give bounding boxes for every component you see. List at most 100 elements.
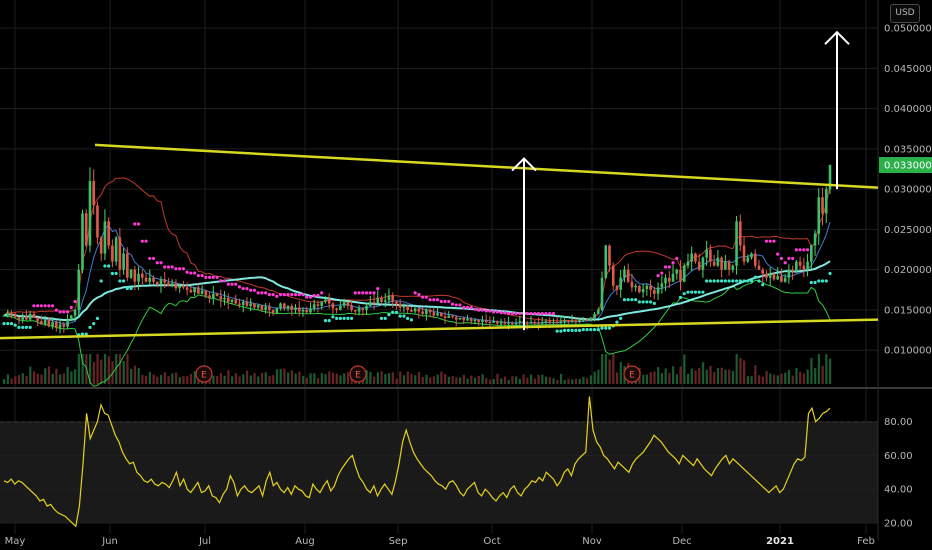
sar-dot (619, 316, 623, 320)
candle-body (638, 285, 641, 293)
sar-dot (731, 279, 735, 283)
candle-body (114, 237, 118, 262)
sar-dot (820, 279, 825, 283)
sar-dot (312, 293, 316, 298)
price-tick-label: 0.030000 (884, 185, 932, 196)
chart-area[interactable]: E E E 0.050000 0.045000 0.040000 0.035000 0.030… (0, 0, 932, 550)
candle-body (761, 269, 765, 274)
candle-body (589, 317, 593, 321)
candle-body (346, 301, 350, 306)
candle-body (55, 322, 58, 328)
candle-body (354, 309, 357, 312)
currency-button[interactable]: USD (890, 4, 920, 23)
sar-dot (805, 248, 810, 252)
volume-bar (346, 372, 350, 384)
volume-bar (189, 374, 193, 384)
candle-body (167, 282, 170, 286)
sar-dot (237, 285, 242, 289)
sar-dot (634, 298, 638, 302)
candle-body (312, 304, 316, 309)
sar-dot (772, 239, 776, 243)
volume-bar (619, 361, 622, 384)
volume-bar (287, 372, 290, 384)
candle-body (189, 289, 193, 293)
sar-dot (6, 322, 10, 326)
volume-bar (331, 372, 335, 384)
volume-bar (765, 371, 768, 384)
candle-body (780, 276, 783, 282)
sar-dot (163, 265, 167, 269)
sar-dot (746, 279, 750, 283)
volume-bar (29, 366, 32, 384)
candle-body (283, 303, 286, 309)
sar-dot (278, 292, 283, 297)
sar-dot (346, 316, 350, 320)
volume-bar (156, 376, 159, 384)
candle-body (563, 320, 566, 322)
candle-body (309, 308, 312, 313)
candle-body (488, 322, 492, 324)
candle-body (671, 273, 675, 282)
sar-dot (484, 309, 488, 313)
volume-bar (62, 373, 66, 384)
volume-bar (100, 359, 103, 384)
volume-bar (675, 374, 679, 384)
volume-bar (709, 366, 712, 384)
sar-dot (734, 279, 739, 283)
sar-dot (320, 291, 324, 295)
candle-body (170, 283, 174, 286)
sar-dot (331, 315, 335, 319)
sar-dot (761, 283, 765, 287)
candle-body (193, 287, 196, 293)
volume-bar (283, 368, 286, 384)
candle-body (525, 322, 529, 324)
candle-body (211, 293, 215, 298)
volume-bar (563, 380, 566, 384)
volume-bar (829, 358, 832, 384)
candle-body (447, 315, 451, 318)
sar-dot (648, 300, 653, 304)
candle-body (649, 285, 652, 290)
volume-bar (436, 374, 439, 384)
candle-body (111, 245, 114, 262)
volume-bar (683, 354, 686, 384)
volume-bar (657, 367, 660, 384)
sar-dot (95, 316, 100, 320)
volume-bar (148, 371, 152, 384)
sar-dot (660, 271, 664, 275)
sar-dot (43, 304, 47, 308)
volume-bar (548, 377, 551, 384)
time-tick-label: Dec (672, 536, 691, 547)
volume-bar (701, 362, 705, 384)
sar-dot (103, 264, 107, 268)
price-chart-svg[interactable]: E E E 0.050000 0.045000 0.040000 0.035000 0.030… (0, 0, 932, 550)
candle-body (626, 269, 630, 282)
sar-dot (776, 252, 780, 256)
sar-dot (791, 256, 795, 261)
time-tick-label: Feb (857, 536, 875, 547)
volume-bar (731, 371, 735, 384)
sar-dot (406, 316, 410, 320)
price-tick-label: 0.020000 (884, 265, 932, 276)
candle-body (99, 237, 103, 254)
candle-body (253, 303, 256, 308)
time-tick-label: Nov (582, 536, 602, 547)
candle-body (742, 245, 746, 262)
candle-body (817, 197, 821, 234)
sar-dot (174, 267, 178, 271)
candle-body (466, 318, 469, 321)
sar-dot (200, 274, 204, 278)
candle-body (611, 265, 615, 286)
volume-bar (47, 366, 51, 384)
candle-body (260, 305, 264, 310)
sar-dot (615, 320, 619, 324)
sar-dot (144, 239, 148, 243)
candle-body (499, 322, 503, 324)
candle-body (653, 289, 656, 294)
volume-bar (178, 377, 181, 384)
sar-dot (693, 290, 698, 294)
sar-dot (230, 282, 234, 286)
candle-body (768, 273, 772, 278)
volume-bar (806, 369, 809, 384)
candle-body (368, 301, 372, 306)
